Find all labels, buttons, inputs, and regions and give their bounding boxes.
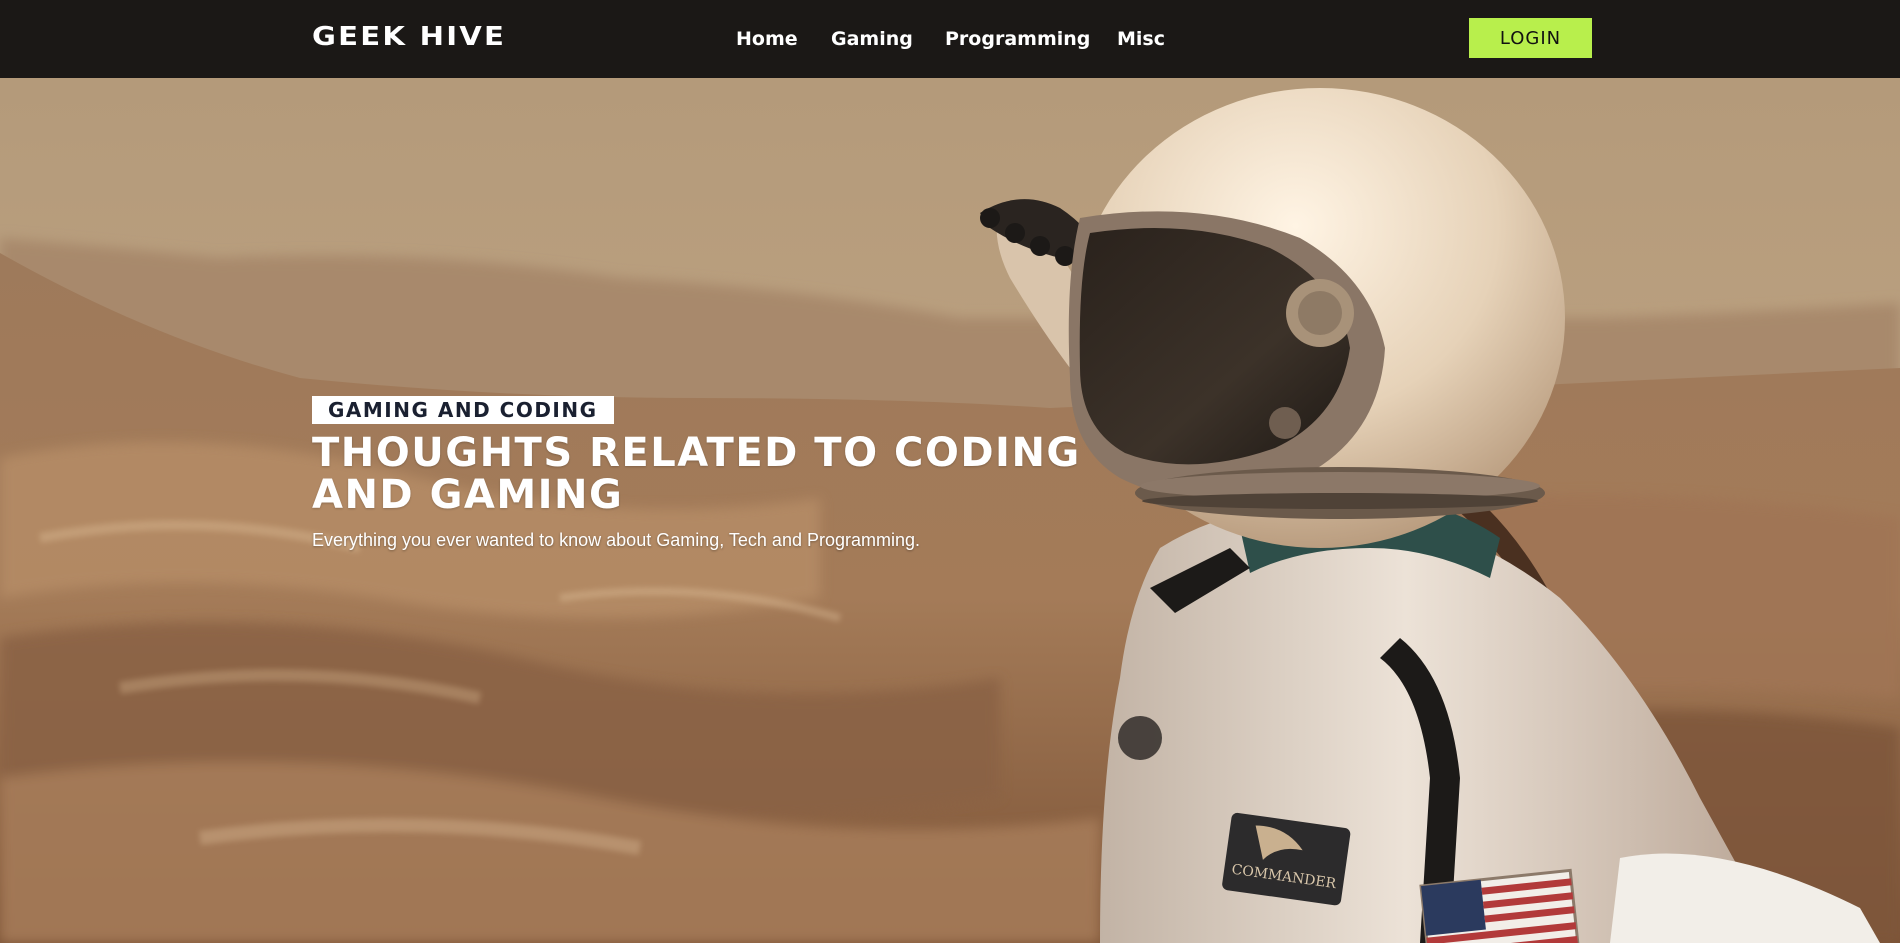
nav-link-misc[interactable]: Misc: [1117, 24, 1165, 54]
hero-category-tag: GAMING AND CODING: [312, 396, 614, 424]
hero-content: GAMING AND CODING THOUGHTS RELATED TO CO…: [312, 396, 1212, 552]
nav-link-gaming[interactable]: Gaming: [831, 24, 913, 54]
login-button[interactable]: LOGIN: [1469, 18, 1592, 58]
site-header: GEEK HIVE Home Gaming Programming Misc L…: [0, 0, 1900, 78]
hero-subtitle: Everything you ever wanted to know about…: [312, 530, 921, 550]
site-logo[interactable]: GEEK HIVE: [312, 20, 506, 54]
hero-section: COMMANDER GAMING AND CODING THOUGHTS REL…: [0, 78, 1900, 943]
nav-link-programming[interactable]: Programming: [945, 24, 1090, 54]
nav-link-home[interactable]: Home: [736, 24, 798, 54]
hero-title: THOUGHTS RELATED TO CODING AND GAMING: [312, 430, 1081, 518]
